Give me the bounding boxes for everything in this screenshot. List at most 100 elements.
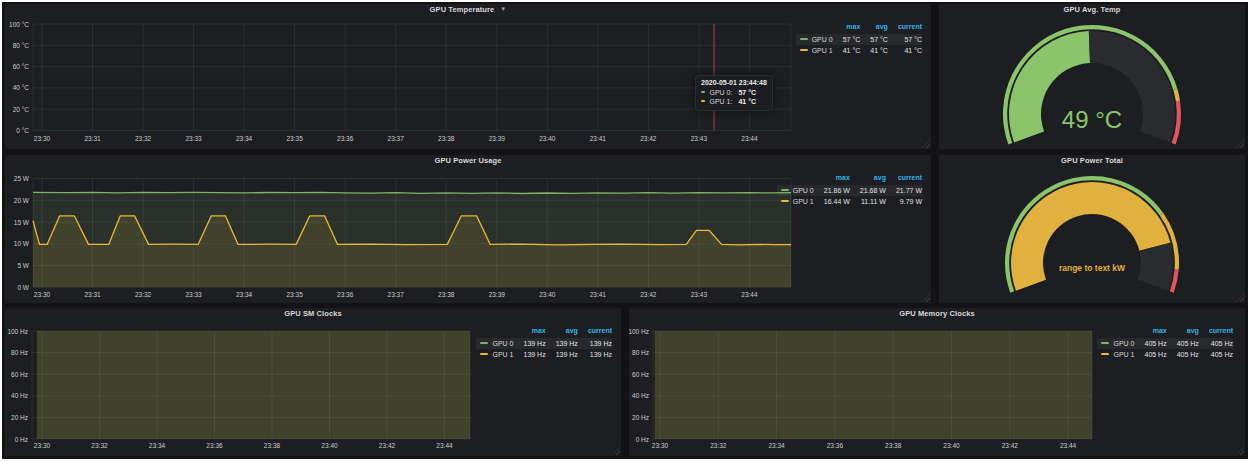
panel-gpu-sm-clocks: GPU SM Clocks 0 Hz20 Hz40 Hz60 Hz80 Hz10… xyxy=(5,308,621,456)
legend-value: 405 Hz xyxy=(1135,338,1167,350)
series-color-swatch xyxy=(781,189,789,191)
legend-header-avg[interactable]: avg xyxy=(546,325,578,338)
legend-value: 139 Hz xyxy=(578,349,612,361)
y-tick-label: 100 Hz xyxy=(629,328,649,335)
gpu-temperature-chart[interactable]: 0 °C20 °C40 °C60 °C80 °C100 °C23:3023:31… xyxy=(5,4,931,149)
gpu-power-total-gauge xyxy=(939,155,1245,303)
legend-header-avg[interactable]: avg xyxy=(850,172,886,185)
x-tick-label: 23:30 xyxy=(652,442,669,449)
y-tick-label: 0 °C xyxy=(16,127,29,134)
panel-gpu-power-usage: GPU Power Usage 0 W5 W10 W15 W20 W25 W23… xyxy=(5,155,931,303)
y-tick-label: 40 Hz xyxy=(632,392,649,399)
legend-value: 405 Hz xyxy=(1167,349,1199,361)
x-tick-label: 23:40 xyxy=(943,442,960,449)
x-tick-label: 23:37 xyxy=(388,291,405,298)
legend-value: 139 Hz xyxy=(514,338,546,350)
y-tick-label: 20 Hz xyxy=(632,414,649,421)
x-tick-label: 23:43 xyxy=(691,291,708,298)
y-tick-label: 0 Hz xyxy=(15,436,28,443)
x-tick-label: 23:37 xyxy=(388,135,405,142)
x-tick-label: 23:44 xyxy=(741,291,758,298)
x-tick-label: 23:34 xyxy=(149,442,166,449)
legend-value: 21.77 W xyxy=(886,185,922,197)
x-tick-label: 23:38 xyxy=(438,135,455,142)
legend-header-current[interactable]: current xyxy=(886,172,922,185)
series-color-swatch xyxy=(781,200,789,202)
x-tick-label: 23:32 xyxy=(710,442,727,449)
legend-series-gpu1[interactable]: GPU 1 xyxy=(1097,349,1134,361)
legend-header-avg[interactable]: avg xyxy=(1167,325,1199,338)
x-tick-label: 23:42 xyxy=(379,442,396,449)
x-tick-label: 23:40 xyxy=(321,442,338,449)
x-tick-label: 23:35 xyxy=(287,135,304,142)
legend-series-gpu1[interactable]: GPU 1 xyxy=(476,349,513,361)
gauge-value-text: 49 °C xyxy=(939,108,1245,132)
x-tick-label: 23:38 xyxy=(438,291,455,298)
y-tick-label: 25 W xyxy=(14,175,30,182)
legend-header-current[interactable]: current xyxy=(578,325,612,338)
x-tick-label: 23:30 xyxy=(34,442,51,449)
legend-header-max[interactable]: max xyxy=(514,325,546,338)
y-tick-label: 5 W xyxy=(17,262,29,269)
x-tick-label: 23:31 xyxy=(84,135,101,142)
panel-gpu-avg-temp: GPU Avg. Temp 49 °C xyxy=(939,4,1245,149)
legend-header-current[interactable]: current xyxy=(1199,325,1233,338)
legend-header-current[interactable]: current xyxy=(888,21,922,34)
legend-header-max[interactable]: max xyxy=(1135,325,1167,338)
x-tick-label: 23:36 xyxy=(337,291,354,298)
y-tick-label: 20 Hz xyxy=(11,414,28,421)
x-tick-label: 23:43 xyxy=(691,135,708,142)
legend-series-gpu1[interactable]: GPU 1 xyxy=(777,196,814,208)
x-tick-label: 23:30 xyxy=(34,291,51,298)
legend-value: 21.86 W xyxy=(814,185,850,197)
panel-gpu-memory-clocks: GPU Memory Clocks 0 Hz20 Hz40 Hz60 Hz80 … xyxy=(629,308,1245,456)
y-tick-label: 60 Hz xyxy=(11,371,28,378)
legend-value: 9.79 W xyxy=(886,196,922,208)
legend-header-avg[interactable]: avg xyxy=(860,21,888,34)
x-tick-label: 23:44 xyxy=(1060,442,1077,449)
y-tick-label: 100 °C xyxy=(9,21,29,28)
x-tick-label: 23:30 xyxy=(34,135,51,142)
legend-header-max[interactable]: max xyxy=(833,21,861,34)
x-tick-label: 23:44 xyxy=(741,135,758,142)
y-tick-label: 10 W xyxy=(14,240,30,247)
x-tick-label: 23:36 xyxy=(337,135,354,142)
y-tick-label: 40 °C xyxy=(13,84,30,91)
y-tick-label: 60 °C xyxy=(13,63,30,70)
panel-gpu-power-total: GPU Power Total range to text kW xyxy=(939,155,1245,303)
x-tick-label: 23:36 xyxy=(827,442,844,449)
y-tick-label: 0 Hz xyxy=(636,436,649,443)
legend-series-gpu0[interactable]: GPU 0 xyxy=(796,34,833,46)
legend-value: 139 Hz xyxy=(546,349,578,361)
x-tick-label: 23:34 xyxy=(236,291,253,298)
legend-series-gpu0[interactable]: GPU 0 xyxy=(1097,338,1134,350)
y-tick-label: 100 Hz xyxy=(7,328,28,335)
series-color-swatch xyxy=(701,100,705,102)
series-color-swatch xyxy=(800,38,808,40)
x-tick-label: 23:33 xyxy=(185,291,202,298)
y-tick-label: 20 °C xyxy=(13,106,30,113)
legend-series-gpu1[interactable]: GPU 1 xyxy=(796,45,833,57)
y-tick-label: 15 W xyxy=(14,219,30,226)
legend-value: 57 °C xyxy=(860,34,888,46)
legend-value: 405 Hz xyxy=(1167,338,1199,350)
panel-gpu-temperature: GPU Temperature▼ 0 °C20 °C40 °C60 °C80 °… xyxy=(5,4,931,149)
legend-value: 16.44 W xyxy=(814,196,850,208)
x-tick-label: 23:32 xyxy=(135,135,152,142)
legend-series-gpu0[interactable]: GPU 0 xyxy=(777,185,814,197)
legend-series-gpu0[interactable]: GPU 0 xyxy=(476,338,513,350)
x-tick-label: 23:39 xyxy=(489,135,506,142)
gauge-value-text: range to text kW xyxy=(939,263,1245,273)
x-tick-label: 23:44 xyxy=(436,442,453,449)
series-area-fill xyxy=(37,331,470,439)
x-tick-label: 23:35 xyxy=(287,291,304,298)
legend-value: 41 °C xyxy=(833,45,861,57)
graph-tooltip: 2020-05-01 23:44:48 GPU 0: 57 °C GPU 1: … xyxy=(695,75,773,111)
legend-value: 41 °C xyxy=(888,45,922,57)
x-tick-label: 23:40 xyxy=(539,135,556,142)
legend-header-max[interactable]: max xyxy=(814,172,850,185)
tooltip-timestamp: 2020-05-01 23:44:48 xyxy=(701,79,767,88)
legend-value: 405 Hz xyxy=(1199,338,1233,350)
x-tick-label: 23:36 xyxy=(206,442,223,449)
legend-value: 57 °C xyxy=(888,34,922,46)
